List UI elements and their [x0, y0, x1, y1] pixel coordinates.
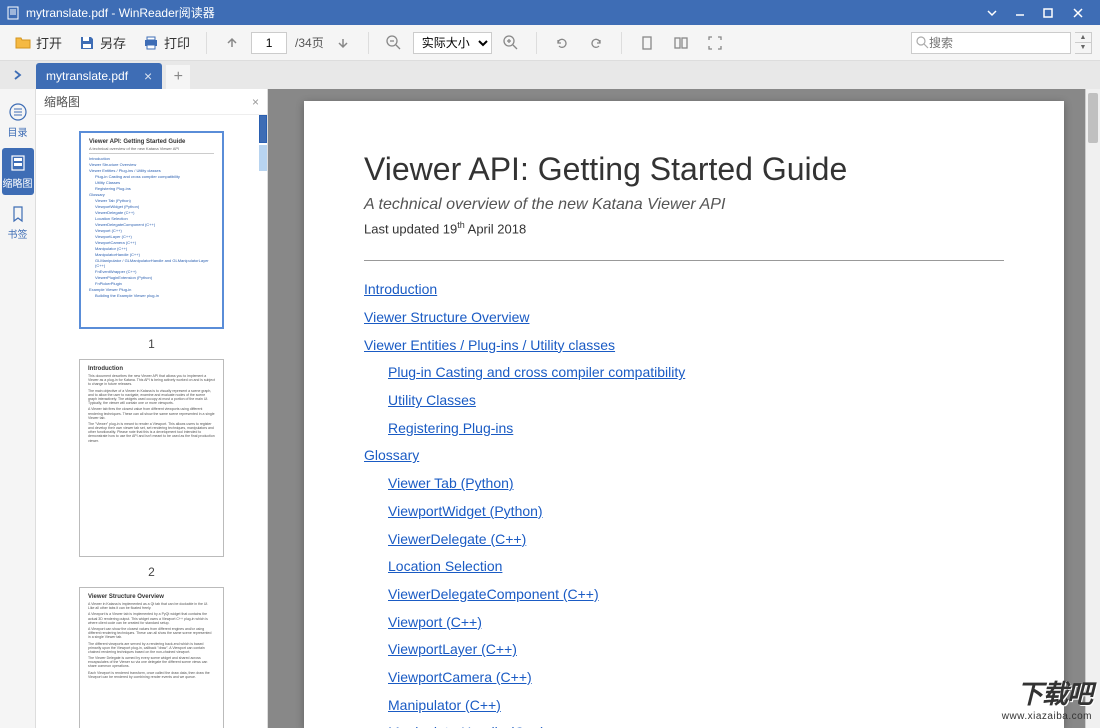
close-button[interactable]	[1062, 0, 1094, 25]
app-icon	[6, 6, 20, 20]
search-prev-button[interactable]: ▲	[1075, 33, 1091, 43]
sidebar-rail: 目录 缩略图 书签	[0, 89, 36, 728]
fullscreen-icon	[706, 34, 724, 52]
maximize-button[interactable]	[1034, 0, 1062, 25]
zoom-in-icon	[502, 34, 520, 52]
sidebar-item-toc[interactable]: 目录	[2, 97, 34, 144]
rotate-right-button[interactable]	[581, 30, 611, 56]
doc-subtitle: A technical overview of the new Katana V…	[364, 196, 1004, 214]
single-page-button[interactable]	[632, 30, 662, 56]
toc-link[interactable]: Introduction	[364, 281, 437, 297]
document-tab[interactable]: mytranslate.pdf ×	[36, 63, 162, 89]
toc-link[interactable]: Plug-in Casting and cross compiler compa…	[388, 364, 685, 380]
prev-page-button[interactable]	[217, 30, 247, 56]
search-input[interactable]	[929, 36, 1059, 50]
panel-title: 缩略图	[44, 93, 80, 110]
rotate-left-button[interactable]	[547, 30, 577, 56]
open-button[interactable]: 打开	[8, 29, 68, 56]
toc-link[interactable]: Glossary	[364, 447, 419, 463]
toc-link[interactable]: Utility Classes	[388, 392, 476, 408]
thumbnail-page-1[interactable]: Viewer API: Getting Started Guide A tech…	[79, 131, 224, 329]
page-total-label: /34页	[295, 34, 324, 51]
toc-link[interactable]: Viewer Tab (Python)	[388, 475, 514, 491]
single-page-icon	[638, 34, 656, 52]
panel-close-button[interactable]: ×	[252, 95, 259, 109]
vertical-scrollbar[interactable]	[1085, 89, 1100, 728]
rotate-left-icon	[553, 34, 571, 52]
thumbnail-panel: 缩略图 × Viewer API: Getting Started Guide …	[36, 89, 268, 728]
toolbar: 打开 另存 打印 /34页 实际大小 ▲ ▼	[0, 25, 1100, 61]
zoom-in-button[interactable]	[496, 30, 526, 56]
sidebar-item-thumbnails[interactable]: 缩略图	[2, 148, 34, 195]
search-next-button[interactable]: ▼	[1075, 43, 1091, 53]
rotate-right-icon	[587, 34, 605, 52]
save-icon	[78, 34, 96, 52]
document-viewer[interactable]: Viewer API: Getting Started Guide A tech…	[268, 89, 1100, 728]
toc-link[interactable]: ViewportCamera (C++)	[388, 669, 532, 685]
toc-link[interactable]: Registering Plug-ins	[388, 420, 513, 436]
bookmark-icon	[8, 204, 28, 224]
thumb-label-2: 2	[48, 565, 255, 579]
table-of-contents: Introduction Viewer Structure Overview Vie…	[364, 279, 1004, 728]
new-tab-button[interactable]: +	[166, 65, 190, 89]
toc-link[interactable]: Location Selection	[388, 558, 502, 574]
page-strip-segment[interactable]	[259, 115, 267, 143]
zoom-out-button[interactable]	[379, 30, 409, 56]
two-page-button[interactable]	[666, 30, 696, 56]
arrow-down-icon	[334, 34, 352, 52]
arrow-up-icon	[223, 34, 241, 52]
tab-close-button[interactable]: ×	[144, 68, 152, 84]
toc-link[interactable]: Viewer Entities / Plug-ins / Utility cla…	[364, 337, 615, 353]
search-box[interactable]	[911, 32, 1071, 54]
print-icon	[142, 34, 160, 52]
scrollbar-thumb[interactable]	[1088, 93, 1098, 143]
search-nav: ▲ ▼	[1075, 32, 1092, 54]
toggle-sidebar-button[interactable]	[0, 61, 36, 89]
toc-link[interactable]: ViewerDelegateComponent (C++)	[388, 586, 599, 602]
doc-title: Viewer API: Getting Started Guide	[364, 151, 1004, 188]
print-label: 打印	[164, 33, 190, 52]
thumbnail-page-2[interactable]: Introduction This document describes the…	[79, 359, 224, 557]
toc-link[interactable]: ManipulatorHandle (C++)	[388, 724, 545, 728]
page-strip	[259, 115, 267, 173]
titlebar: mytranslate.pdf - WinReader阅读器	[0, 0, 1100, 25]
page-number-input[interactable]	[251, 32, 287, 54]
page-strip-segment[interactable]	[259, 145, 267, 171]
toc-link[interactable]: ViewportWidget (Python)	[388, 503, 543, 519]
fullscreen-button[interactable]	[700, 30, 730, 56]
toc-link[interactable]: ViewportLayer (C++)	[388, 641, 517, 657]
print-button[interactable]: 打印	[136, 29, 196, 56]
save-button[interactable]: 另存	[72, 29, 132, 56]
zoom-select[interactable]: 实际大小	[413, 32, 492, 54]
two-page-icon	[672, 34, 690, 52]
toc-link[interactable]: ViewerDelegate (C++)	[388, 531, 526, 547]
tab-label: mytranslate.pdf	[46, 69, 128, 83]
main-area: 目录 缩略图 书签 缩略图 × Viewer API: Getting Star…	[0, 89, 1100, 728]
open-label: 打开	[36, 33, 62, 52]
toc-link[interactable]: Viewer Structure Overview	[364, 309, 529, 325]
thumbnail-page-3[interactable]: Viewer Structure Overview A Viewer in Ka…	[79, 587, 224, 728]
thumb-label-1: 1	[48, 337, 255, 351]
zoom-out-icon	[385, 34, 403, 52]
next-page-button[interactable]	[328, 30, 358, 56]
sidebar-item-bookmarks[interactable]: 书签	[2, 199, 34, 246]
doc-updated: Last updated 19th April 2018	[364, 220, 1004, 236]
folder-open-icon	[14, 34, 32, 52]
thumbnails-icon	[8, 153, 28, 173]
dropdown-button[interactable]	[978, 0, 1006, 25]
document-page: Viewer API: Getting Started Guide A tech…	[304, 101, 1064, 728]
toc-link[interactable]: Viewport (C++)	[388, 614, 482, 630]
list-icon	[8, 102, 28, 122]
tab-bar: mytranslate.pdf × +	[0, 61, 1100, 89]
window-title: mytranslate.pdf - WinReader阅读器	[26, 4, 978, 21]
toc-link[interactable]: Manipulator (C++)	[388, 697, 501, 713]
search-icon	[916, 36, 929, 49]
save-label: 另存	[100, 33, 126, 52]
minimize-button[interactable]	[1006, 0, 1034, 25]
